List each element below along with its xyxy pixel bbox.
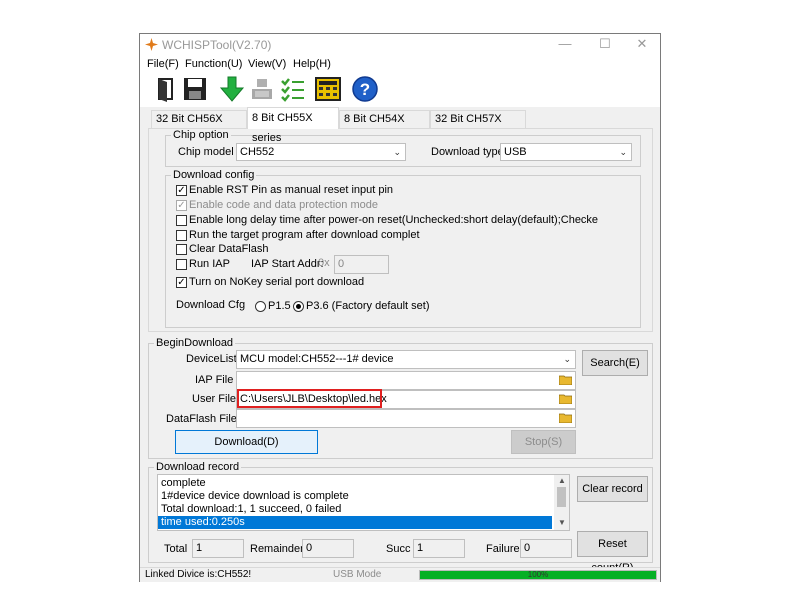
download-record-label: Download record [154, 461, 242, 473]
tab-panel: Chip option Chip model CH552 ⌄ Download … [148, 128, 653, 332]
record-list[interactable]: complete 1#device device download is com… [157, 474, 570, 531]
succ-label: Succ [386, 543, 411, 555]
chevron-down-icon: ⌄ [619, 147, 627, 157]
download-icon[interactable] [218, 75, 246, 103]
protection-label: Enable code and data protection mode [189, 199, 378, 211]
cfg-p36-radio[interactable] [293, 301, 304, 312]
device-list-label: DeviceList [186, 353, 237, 365]
close-button[interactable]: ✕ [632, 36, 652, 52]
iap-start-label: IAP Start Addr: [251, 258, 324, 270]
clear-dataflash-checkbox[interactable] [176, 244, 187, 255]
menu-help[interactable]: Help(H) [293, 58, 331, 70]
scroll-down-icon[interactable]: ▼ [558, 518, 566, 527]
record-scrollbar[interactable]: ▲ ▼ [554, 475, 569, 530]
checklist-icon[interactable] [279, 75, 307, 103]
app-logo-icon [145, 38, 158, 51]
menu-function[interactable]: Function(U) [185, 58, 242, 70]
long-delay-label: Enable long delay time after power-on re… [189, 214, 599, 226]
run-after-checkbox[interactable] [176, 230, 187, 241]
iap-start-input[interactable]: 0 [334, 255, 389, 274]
device-list-select[interactable]: MCU model:CH552---1# device ⌄ [236, 350, 576, 369]
maximize-button[interactable]: ☐ [595, 36, 615, 52]
chevron-down-icon: ⌄ [393, 147, 401, 157]
run-iap-checkbox[interactable] [176, 259, 187, 270]
download-type-value: USB [504, 146, 527, 158]
reset-count-button[interactable]: Reset count(R) [577, 531, 648, 574]
tab-ch54x[interactable]: 8 Bit CH54X series [339, 110, 430, 142]
chip-option-label: Chip option [171, 129, 231, 141]
tab-ch56x[interactable]: 32 Bit CH56X series [151, 110, 247, 142]
window-title: WCHISPTool(V2.70) [162, 38, 272, 52]
iap-prefix: 0x [318, 257, 330, 269]
usb-mode-text: USB Mode [333, 569, 382, 580]
cfg-p15-label: P1.5 [268, 300, 291, 312]
menu-view[interactable]: View(V) [248, 58, 286, 70]
iap-file-label: IAP File [195, 374, 234, 386]
download-cfg-label: Download Cfg [176, 299, 246, 311]
total-value: 1 [192, 539, 244, 558]
record-line: complete [161, 477, 206, 489]
record-line-selected: time used:0.250s [158, 516, 552, 529]
nokey-label: Turn on NoKey serial port download [189, 276, 365, 288]
download-config-label: Download config [171, 169, 257, 181]
rst-pin-label: Enable RST Pin as manual reset input pin [189, 184, 394, 196]
highlight-box [237, 389, 382, 408]
chevron-down-icon: ⌄ [563, 354, 571, 364]
device-list-value: MCU model:CH552---1# device [240, 353, 394, 365]
folder-icon[interactable] [559, 374, 572, 385]
chip-model-label: Chip model [178, 146, 234, 158]
open-icon[interactable] [152, 75, 180, 103]
tab-ch55x[interactable]: 8 Bit CH55X series [247, 107, 339, 144]
download-type-select[interactable]: USB ⌄ [500, 143, 632, 161]
folder-icon[interactable] [559, 393, 572, 404]
nokey-checkbox[interactable]: ✓ [176, 277, 187, 288]
stop-button[interactable]: Stop(S) [511, 430, 576, 454]
chip-icon[interactable] [248, 75, 276, 103]
tab-ch57x[interactable]: 32 Bit CH57X series [430, 110, 526, 142]
linked-device-text: Linked Divice is:CH552! [145, 569, 252, 580]
run-iap-label: Run IAP [189, 258, 230, 270]
user-file-label: User File [192, 393, 237, 405]
iap-file-input[interactable] [236, 371, 576, 390]
total-label: Total [164, 543, 188, 555]
remainder-label: Remainder [250, 543, 304, 555]
clear-dataflash-label: Clear DataFlash [189, 243, 269, 255]
menu-bar: File(F) Function(U) View(V) Help(H) [140, 56, 660, 73]
cfg-p15-radio[interactable] [255, 301, 266, 312]
record-line: 1#device device download is complete [161, 490, 349, 502]
dataflash-file-label: DataFlash File [166, 413, 237, 425]
toolbar: ? [140, 73, 660, 107]
failure-label: Failure [486, 543, 520, 555]
dataflash-file-input[interactable] [236, 409, 576, 428]
search-button[interactable]: Search(E) [582, 350, 648, 376]
progress-text: 100% [527, 570, 549, 579]
scroll-up-icon[interactable]: ▲ [558, 476, 566, 485]
title-bar: WCHISPTool(V2.70) — ☐ ✕ [140, 34, 660, 56]
progress-bar: 100% [419, 570, 657, 580]
begin-download-label: BeginDownload [154, 337, 236, 349]
record-line: Total download:1, 1 succeed, 0 failed [161, 503, 342, 515]
folder-icon[interactable] [559, 412, 572, 423]
minimize-button[interactable]: — [555, 36, 575, 51]
app-window: WCHISPTool(V2.70) — ☐ ✕ File(F) Function… [139, 33, 661, 582]
save-icon[interactable] [181, 75, 209, 103]
help-icon[interactable]: ? [351, 75, 379, 103]
protection-checkbox[interactable]: ✓ [176, 200, 187, 211]
run-after-label: Run the target program after download co… [189, 229, 420, 241]
failure-value: 0 [520, 539, 572, 558]
rst-pin-checkbox[interactable]: ✓ [176, 185, 187, 196]
download-button[interactable]: Download(D) [175, 430, 318, 454]
remainder-value: 0 [302, 539, 354, 558]
long-delay-checkbox[interactable] [176, 215, 187, 226]
succ-value: 1 [413, 539, 465, 558]
download-type-label: Download type [431, 146, 504, 158]
scroll-thumb[interactable] [557, 487, 566, 507]
svg-text:?: ? [360, 80, 370, 99]
clear-record-button[interactable]: Clear record [577, 476, 648, 502]
status-bar: Linked Divice is:CH552! USB Mode 100% [140, 567, 660, 582]
calculator-icon[interactable] [314, 75, 342, 103]
cfg-p36-label: P3.6 (Factory default set) [306, 300, 430, 312]
menu-file[interactable]: File(F) [147, 58, 179, 70]
